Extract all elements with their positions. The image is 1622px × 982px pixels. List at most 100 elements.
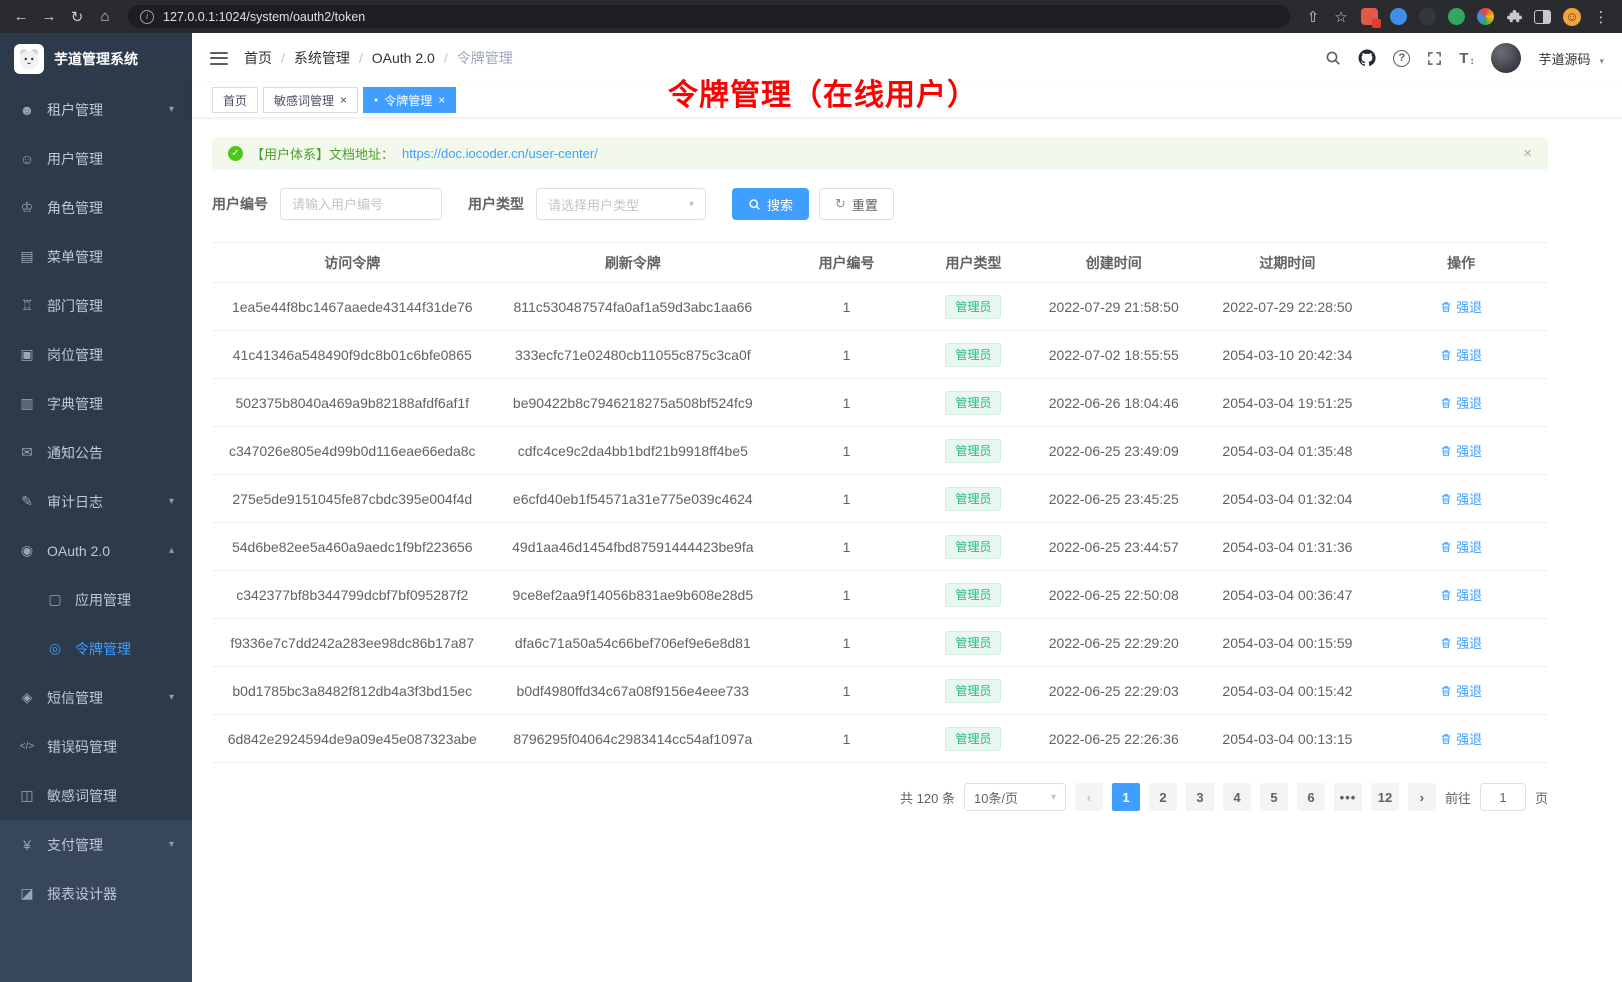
fullscreen-icon[interactable] bbox=[1427, 51, 1442, 66]
breadcrumb-home[interactable]: 首页 bbox=[244, 48, 272, 68]
sidebar-item-notice[interactable]: ✉ 通知公告 bbox=[0, 428, 192, 477]
browser-menu-icon[interactable]: ⋮ bbox=[1588, 5, 1614, 29]
actions-cell: 强退 bbox=[1374, 729, 1548, 748]
page-button-2[interactable]: 2 bbox=[1149, 783, 1177, 811]
extensions-puzzle-icon[interactable] bbox=[1501, 5, 1527, 29]
sidebar-item-oauth[interactable]: ◉ OAuth 2.0 ▴ bbox=[0, 526, 192, 575]
user-type-badge: 管理员 bbox=[945, 343, 1001, 367]
app-logo[interactable]: 芋道管理系统 bbox=[0, 33, 192, 85]
table-row: 54d6be82ee5a460a9aedc1f9bf223656 49d1aa4… bbox=[212, 523, 1548, 571]
force-logout-button[interactable]: 强退 bbox=[1440, 297, 1482, 316]
extension-icon-5[interactable] bbox=[1477, 8, 1494, 25]
share-icon[interactable]: ⇧ bbox=[1300, 5, 1326, 29]
user-type-badge: 管理员 bbox=[945, 727, 1001, 751]
page-button-1[interactable]: 1 bbox=[1112, 783, 1140, 811]
more-pages-button[interactable]: ••• bbox=[1334, 783, 1362, 811]
reload-icon[interactable]: ↻ bbox=[64, 5, 90, 29]
close-icon[interactable]: × bbox=[438, 93, 445, 107]
sidebar-item-user[interactable]: ☺ 用户管理 bbox=[0, 134, 192, 183]
next-page-button[interactable]: › bbox=[1408, 783, 1436, 811]
site-info-icon[interactable]: i bbox=[140, 10, 154, 24]
sidebar: 芋道管理系统 ☻ 租户管理 ▾ ☺ 用户管理 ♔ 角色管理 ▤ 菜单管理 ♖ bbox=[0, 33, 192, 982]
audit-log-icon: ✎ bbox=[18, 493, 36, 510]
user-type-select[interactable]: 请选择用户类型 ▾ bbox=[536, 188, 706, 220]
delete-icon bbox=[1440, 541, 1452, 553]
access-token-cell: f9336e7c7dd242a283ee98dc86b17a87 bbox=[212, 635, 493, 651]
chevron-down-icon: ▾ bbox=[169, 104, 174, 115]
doc-alert: ✓ 【用户体系】文档地址： https://doc.iocoder.cn/use… bbox=[212, 137, 1548, 170]
access-token-cell: b0d1785bc3a8482f812db4a3f3bd15ec bbox=[212, 683, 493, 699]
force-logout-button[interactable]: 强退 bbox=[1440, 633, 1482, 652]
extension-icon-4[interactable] bbox=[1448, 8, 1465, 25]
breadcrumb-oauth[interactable]: OAuth 2.0 bbox=[372, 50, 435, 66]
forward-icon[interactable]: → bbox=[36, 5, 62, 29]
sidebar-item-token-manage[interactable]: ◎ 令牌管理 bbox=[0, 624, 192, 673]
close-icon[interactable]: × bbox=[340, 93, 347, 107]
doc-link[interactable]: https://doc.iocoder.cn/user-center/ bbox=[402, 146, 598, 161]
tab-home[interactable]: 首页 bbox=[212, 87, 258, 113]
sidebar-item-app-manage[interactable]: ▢ 应用管理 bbox=[0, 575, 192, 624]
user-avatar[interactable] bbox=[1491, 43, 1521, 73]
force-logout-button[interactable]: 强退 bbox=[1440, 345, 1482, 364]
sms-icon: ◈ bbox=[18, 689, 36, 706]
force-logout-button[interactable]: 强退 bbox=[1440, 729, 1482, 748]
breadcrumb-system[interactable]: 系统管理 bbox=[294, 48, 350, 68]
username[interactable]: 芋道源码 bbox=[1538, 49, 1590, 68]
profile-avatar-icon[interactable]: ☺ bbox=[1563, 8, 1581, 26]
prev-page-button[interactable]: ‹ bbox=[1075, 783, 1103, 811]
page-button-4[interactable]: 4 bbox=[1223, 783, 1251, 811]
page-button-6[interactable]: 6 bbox=[1297, 783, 1325, 811]
sidebar-item-sensitive-word[interactable]: ◫ 敏感词管理 bbox=[0, 771, 192, 820]
search-icon[interactable] bbox=[1325, 50, 1341, 66]
delete-icon bbox=[1440, 301, 1452, 313]
search-button[interactable]: 搜索 bbox=[732, 188, 809, 220]
chevron-down-icon[interactable]: ▾ bbox=[1599, 56, 1604, 67]
reset-button[interactable]: ↻ 重置 bbox=[819, 188, 894, 220]
goto-label: 前往 bbox=[1445, 788, 1471, 807]
home-icon[interactable]: ⌂ bbox=[92, 5, 118, 29]
expire-time-cell: 2054-03-04 00:13:15 bbox=[1201, 731, 1375, 747]
side-panel-icon[interactable] bbox=[1534, 10, 1551, 24]
sidebar-item-dict[interactable]: ▥ 字典管理 bbox=[0, 379, 192, 428]
sidebar-item-dept[interactable]: ♖ 部门管理 bbox=[0, 281, 192, 330]
sidebar-item-sms[interactable]: ◈ 短信管理 ▾ bbox=[0, 673, 192, 722]
sidebar-item-error-code[interactable]: </> 错误码管理 bbox=[0, 722, 192, 771]
user-type-badge: 管理员 bbox=[945, 583, 1001, 607]
sidebar-item-audit-log[interactable]: ✎ 审计日志 ▾ bbox=[0, 477, 192, 526]
tab-sensitive-word[interactable]: 敏感词管理 × bbox=[263, 87, 358, 113]
user-type-badge: 管理员 bbox=[945, 631, 1001, 655]
sidebar-item-role[interactable]: ♔ 角色管理 bbox=[0, 183, 192, 232]
page-size-select[interactable]: 10条/页 ▾ bbox=[964, 783, 1066, 811]
force-logout-button[interactable]: 强退 bbox=[1440, 681, 1482, 700]
sidebar-item-post[interactable]: ▣ 岗位管理 bbox=[0, 330, 192, 379]
force-logout-button[interactable]: 强退 bbox=[1440, 393, 1482, 412]
sidebar-item-report-designer[interactable]: ◪ 报表设计器 bbox=[0, 869, 192, 918]
font-size-icon[interactable]: T↕ bbox=[1459, 50, 1474, 67]
back-icon[interactable]: ← bbox=[8, 5, 34, 29]
help-icon[interactable]: ? bbox=[1393, 50, 1410, 67]
sidebar-item-payment[interactable]: ¥ 支付管理 ▾ bbox=[0, 820, 192, 869]
sidebar-item-menu[interactable]: ▤ 菜单管理 bbox=[0, 232, 192, 281]
bookmark-star-icon[interactable]: ☆ bbox=[1328, 5, 1354, 29]
force-logout-button[interactable]: 强退 bbox=[1440, 537, 1482, 556]
force-logout-button[interactable]: 强退 bbox=[1440, 441, 1482, 460]
goto-page-input[interactable] bbox=[1480, 783, 1526, 811]
force-logout-button[interactable]: 强退 bbox=[1440, 585, 1482, 604]
github-icon[interactable] bbox=[1358, 49, 1376, 67]
page-button-5[interactable]: 5 bbox=[1260, 783, 1288, 811]
extension-icon-1[interactable] bbox=[1361, 8, 1378, 25]
close-icon[interactable]: × bbox=[1523, 145, 1532, 162]
user-id-input[interactable] bbox=[280, 188, 442, 220]
sidebar-collapse-icon[interactable] bbox=[210, 52, 228, 65]
page-button-12[interactable]: 12 bbox=[1371, 783, 1399, 811]
extension-icon-3[interactable] bbox=[1419, 8, 1436, 25]
page-button-3[interactable]: 3 bbox=[1186, 783, 1214, 811]
menu-list-icon: ▤ bbox=[18, 248, 36, 265]
sidebar-item-tenant[interactable]: ☻ 租户管理 ▾ bbox=[0, 85, 192, 134]
force-logout-button[interactable]: 强退 bbox=[1440, 489, 1482, 508]
access-token-cell: 1ea5e44f8bc1467aaede43144f31de76 bbox=[212, 299, 493, 315]
filter-bar: 用户编号 用户类型 请选择用户类型 ▾ 搜索 ↻ 重置 bbox=[212, 188, 1548, 220]
tab-token-manage[interactable]: ● 令牌管理 × bbox=[363, 87, 456, 113]
extension-icon-2[interactable] bbox=[1390, 8, 1407, 25]
url-bar[interactable]: i 127.0.0.1:1024/system/oauth2/token bbox=[128, 5, 1290, 28]
